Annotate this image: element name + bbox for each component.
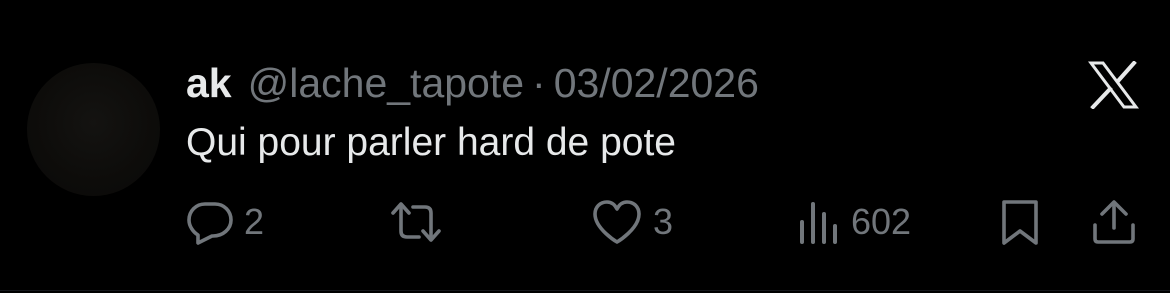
views-count: 602 [851, 201, 912, 242]
tweet-text: Qui pour parler hard de pote [186, 121, 676, 164]
share-button[interactable] [1090, 198, 1138, 246]
heart-icon [591, 198, 643, 246]
x-logo-icon [1088, 60, 1139, 110]
views-button[interactable]: 602 [797, 198, 911, 246]
tweet-date[interactable]: 03/02/2026 [554, 58, 759, 108]
tweet-header: ak @lache_tapote · 03/02/2026 [186, 58, 759, 108]
reply-icon [186, 198, 234, 246]
bookmark-icon [998, 198, 1042, 246]
like-button[interactable]: 3 [591, 198, 673, 246]
share-icon [1090, 198, 1138, 246]
bookmark-button[interactable] [998, 198, 1042, 246]
author-name[interactable]: ak [186, 58, 232, 108]
views-chart-icon [797, 198, 841, 246]
repost-button[interactable] [388, 198, 454, 246]
divider [0, 290, 1170, 291]
repost-icon [388, 198, 444, 246]
reply-button[interactable]: 2 [186, 198, 264, 246]
tweet-card[interactable]: ak @lache_tapote · 03/02/2026 Qui pour p… [0, 0, 1170, 293]
reply-count: 2 [244, 201, 265, 242]
like-count: 3 [653, 201, 674, 242]
separator-dot: · [532, 60, 546, 106]
author-handle[interactable]: @lache_tapote [248, 58, 524, 108]
avatar[interactable] [27, 63, 160, 196]
